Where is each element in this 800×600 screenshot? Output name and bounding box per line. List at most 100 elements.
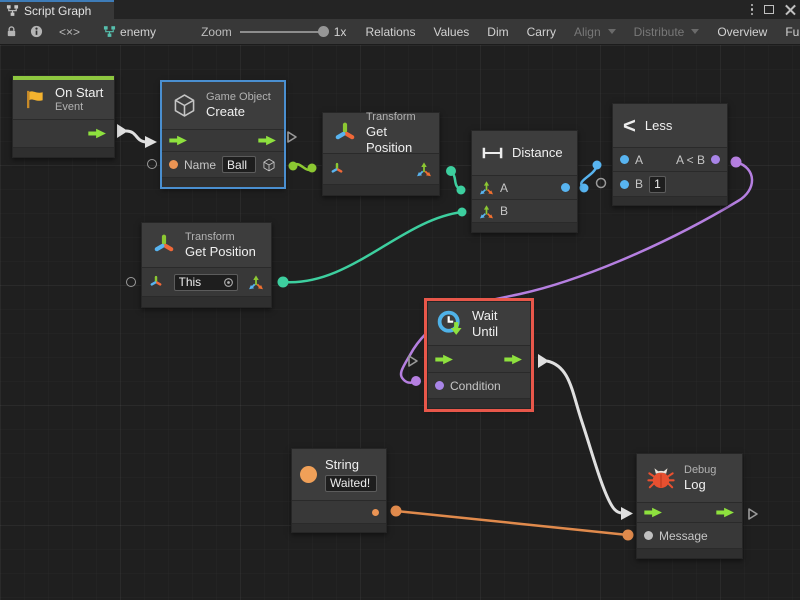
relations-button[interactable]: Relations (356, 19, 424, 44)
node-title: On Start (55, 85, 103, 101)
vector3-port-icon[interactable] (479, 204, 494, 219)
flow-out-port[interactable] (716, 507, 735, 518)
node-less[interactable]: < Less A A < B B (612, 103, 728, 206)
output-label: A < B (676, 153, 705, 167)
gameobject-output-icon[interactable] (262, 158, 276, 172)
distribute-button[interactable]: Distribute (625, 19, 709, 44)
string-output-port[interactable] (372, 509, 379, 516)
node-title: Wait Until (472, 308, 522, 340)
name-value-field[interactable] (222, 156, 256, 173)
flow-in-port[interactable] (435, 354, 454, 365)
fullscreen-button[interactable]: Full Screen (776, 19, 800, 44)
bug-icon (647, 464, 675, 492)
input-b-label: B (635, 177, 643, 191)
graph-name: enemy (120, 25, 156, 39)
node-debug-log[interactable]: Debug Log Message (636, 453, 743, 559)
overview-button[interactable]: Overview (708, 19, 776, 44)
node-on-start-event[interactable]: On Start Event (12, 75, 115, 158)
maximize-icon[interactable] (764, 5, 774, 14)
object-picker-icon[interactable] (223, 277, 234, 288)
transform-icon (152, 233, 176, 257)
message-label: Message (659, 529, 708, 543)
flow-in-port[interactable] (169, 135, 188, 146)
zoom-slider[interactable] (240, 31, 326, 33)
graph-breadcrumb[interactable]: enemy (89, 19, 165, 44)
less-b-input-port[interactable] (620, 180, 629, 189)
values-label: Values (433, 25, 469, 39)
node-string[interactable]: String (291, 448, 387, 533)
flow-out-port[interactable] (258, 135, 277, 146)
tab-script-graph[interactable]: Script Graph (0, 0, 114, 19)
string-icon (300, 466, 317, 483)
input-a-label: A (500, 181, 508, 195)
node-distance[interactable]: Distance A B (471, 130, 578, 233)
flow-out-port[interactable] (88, 128, 107, 139)
flag-icon (23, 88, 46, 111)
node-title: Get Position (185, 244, 256, 260)
tab-title: Script Graph (24, 4, 91, 18)
dim-label: Dim (487, 25, 508, 39)
distribute-label: Distribute (634, 25, 685, 39)
close-icon[interactable] (785, 4, 796, 15)
chevron-down-icon (608, 29, 616, 34)
node-wait-until[interactable]: Wait Until Condition (427, 301, 531, 409)
graph-toolbar: <×> enemy Zoom 1x Relations Values Dim C… (0, 19, 800, 45)
zoom-label: Zoom (201, 25, 232, 39)
name-port-label: Name (184, 158, 216, 172)
flow-out-port[interactable] (504, 354, 523, 365)
node-title: Create (206, 104, 271, 120)
unity-script-graph-window: Script Graph <×> enemy Zoom 1x (0, 0, 800, 600)
vector3-port-icon[interactable] (479, 180, 494, 195)
lock-button[interactable] (0, 19, 23, 44)
less-a-input-port[interactable] (620, 155, 629, 164)
node-category: Transform (185, 231, 256, 244)
node-get-position-top[interactable]: Transform Get Position (322, 112, 440, 196)
node-subtitle: Event (55, 101, 103, 114)
carry-button[interactable]: Carry (518, 19, 565, 44)
zoom-control: Zoom 1x (191, 19, 356, 44)
node-title: Get Position (366, 124, 429, 156)
carry-label: Carry (527, 25, 556, 39)
align-button[interactable]: Align (565, 19, 625, 44)
node-title: Log (684, 477, 716, 493)
condition-label: Condition (450, 379, 501, 393)
title-bar: Script Graph (0, 0, 800, 19)
node-get-position-bottom[interactable]: Transform Get Position (141, 222, 272, 308)
flow-in-port[interactable] (644, 507, 663, 518)
less-icon: < (623, 116, 636, 136)
name-input-port[interactable] (169, 160, 178, 169)
b-value-field[interactable] (649, 176, 666, 193)
input-b-label: B (500, 204, 508, 218)
string-value-field[interactable] (325, 475, 377, 492)
code-toggle-button[interactable]: <×> (50, 19, 89, 44)
fullscreen-label: Full Screen (785, 25, 800, 39)
chevron-down-icon (691, 29, 699, 34)
transform-input-port[interactable] (330, 162, 344, 176)
transform-input-port[interactable] (149, 275, 163, 289)
relations-label: Relations (365, 25, 415, 39)
vector3-output-port[interactable] (248, 274, 264, 290)
node-gameobject-create[interactable]: Game Object Create Name (161, 81, 285, 188)
code-toggle-icon: <×> (59, 25, 80, 39)
cube-icon (172, 93, 197, 118)
lock-icon (5, 25, 18, 38)
info-icon (30, 25, 43, 38)
zoom-slider-handle[interactable] (318, 26, 329, 37)
less-output-port[interactable] (711, 155, 720, 164)
info-button[interactable] (23, 19, 50, 44)
vector3-output-port[interactable] (416, 161, 432, 177)
condition-input-port[interactable] (435, 381, 444, 390)
node-category: Debug (684, 464, 716, 477)
message-input-port[interactable] (644, 531, 653, 540)
dim-button[interactable]: Dim (478, 19, 517, 44)
distance-icon (482, 146, 503, 160)
getposition-target-port-indicator (126, 277, 136, 287)
node-category: Transform (366, 111, 429, 124)
distance-output-port[interactable] (561, 183, 570, 192)
overview-label: Overview (717, 25, 767, 39)
values-button[interactable]: Values (424, 19, 478, 44)
node-title: String (325, 457, 377, 473)
node-title: Less (645, 118, 672, 134)
input-a-label: A (635, 153, 643, 167)
window-menu-icon[interactable] (751, 4, 754, 16)
